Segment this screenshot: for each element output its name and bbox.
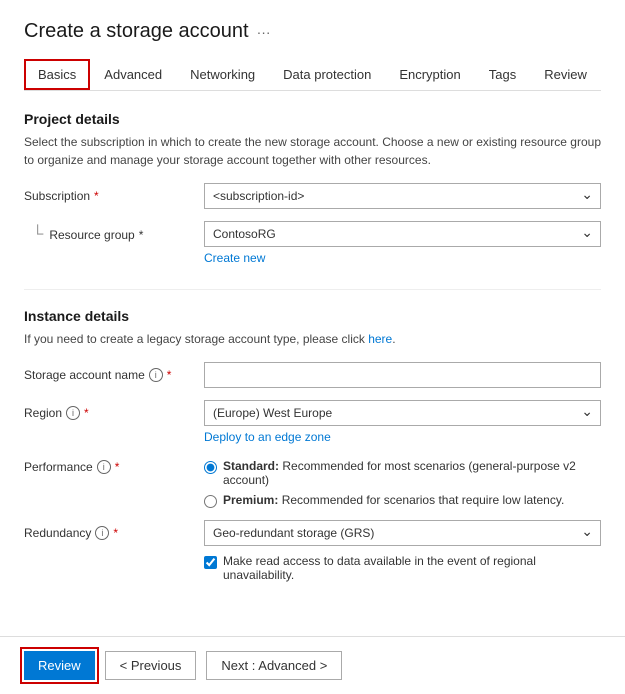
page-title-ellipsis[interactable]: ··· [257,24,271,40]
instance-details-desc: If you need to create a legacy storage a… [24,330,601,348]
subscription-select[interactable]: <subscription-id> [204,183,601,209]
page-title: Create a storage account [24,20,249,43]
performance-premium-label: Premium: Recommended for scenarios that … [223,493,564,507]
subscription-label: Subscription [24,189,90,203]
storage-name-info-icon[interactable]: i [149,368,163,382]
previous-button[interactable]: < Previous [105,651,197,680]
project-details-section: Project details Select the subscription … [24,111,601,265]
redundancy-label: Redundancy [24,526,91,540]
performance-label: Performance [24,460,93,474]
region-required: * [84,406,89,420]
performance-standard-option: Standard: Recommended for most scenarios… [204,459,601,487]
subscription-required: * [94,189,99,203]
redundancy-info-icon[interactable]: i [95,526,109,540]
redundancy-required: * [113,526,118,540]
resource-group-row: └ Resource group * ContosoRG Create new [24,221,601,265]
review-button[interactable]: Review [24,651,95,680]
performance-info-icon[interactable]: i [97,460,111,474]
next-button[interactable]: Next : Advanced > [206,651,342,680]
divider-1 [24,289,601,290]
indent-bracket: └ [32,227,43,243]
performance-standard-label: Standard: Recommended for most scenarios… [223,459,601,487]
tab-tags[interactable]: Tags [475,59,530,90]
performance-standard-radio[interactable] [204,461,217,474]
resource-group-label: Resource group [49,228,134,242]
read-access-label: Make read access to data available in th… [223,554,601,582]
footer-bar: Review < Previous Next : Advanced > [0,636,625,694]
region-label: Region [24,406,62,420]
performance-premium-radio[interactable] [204,495,217,508]
project-details-title: Project details [24,111,601,127]
tab-basics[interactable]: Basics [24,59,90,90]
resource-group-required: * [139,228,144,242]
create-new-link[interactable]: Create new [204,251,265,265]
tab-advanced[interactable]: Advanced [90,59,176,90]
redundancy-select[interactable]: Geo-redundant storage (GRS) [204,520,601,546]
instance-details-section: Instance details If you need to create a… [24,308,601,582]
redundancy-row: Redundancy i * Geo-redundant storage (GR… [24,520,601,582]
resource-group-control: ContosoRG Create new [204,221,601,265]
tabs-bar: Basics Advanced Networking Data protecti… [24,59,601,91]
tab-networking[interactable]: Networking [176,59,269,90]
performance-radio-group: Standard: Recommended for most scenarios… [204,456,601,508]
read-access-checkbox[interactable] [204,556,217,569]
redundancy-control: Geo-redundant storage (GRS) Make read ac… [204,520,601,582]
project-details-desc: Select the subscription in which to crea… [24,133,601,169]
performance-required: * [115,460,120,474]
tab-encryption[interactable]: Encryption [385,59,474,90]
performance-control: Standard: Recommended for most scenarios… [204,456,601,508]
tab-data-protection[interactable]: Data protection [269,59,385,90]
performance-premium-option: Premium: Recommended for scenarios that … [204,493,601,508]
deploy-edge-link[interactable]: Deploy to an edge zone [204,430,331,444]
region-row: Region i * (Europe) West Europe Deploy t… [24,400,601,444]
region-select[interactable]: (Europe) West Europe [204,400,601,426]
subscription-row: Subscription * <subscription-id> [24,183,601,209]
storage-account-name-input[interactable]: contosovmsacct1910171607 [204,362,601,388]
here-link[interactable]: here [368,332,392,346]
region-control: (Europe) West Europe Deploy to an edge z… [204,400,601,444]
storage-account-name-row: Storage account name i * contosovmsacct1… [24,362,601,388]
subscription-control: <subscription-id> [204,183,601,209]
redundancy-checkbox-row: Make read access to data available in th… [204,554,601,582]
region-info-icon[interactable]: i [66,406,80,420]
storage-account-name-control: contosovmsacct1910171607 [204,362,601,388]
tab-review[interactable]: Review [530,59,601,90]
resource-group-select[interactable]: ContosoRG [204,221,601,247]
performance-row: Performance i * Standard: Recommended fo… [24,456,601,508]
storage-account-name-label: Storage account name [24,368,145,382]
instance-details-title: Instance details [24,308,601,324]
storage-name-required: * [167,368,172,382]
